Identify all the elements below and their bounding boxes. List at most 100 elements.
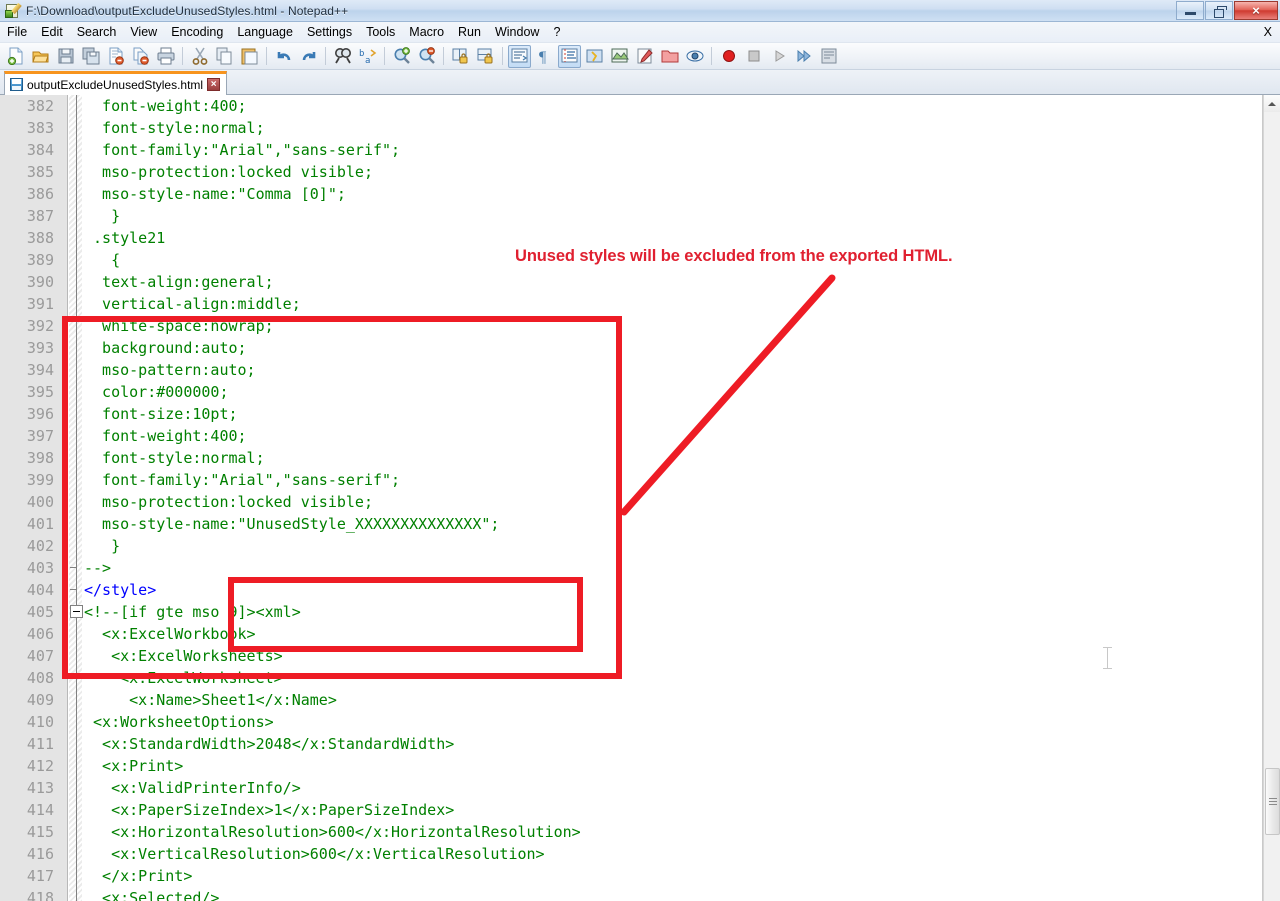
minimize-button[interactable] bbox=[1176, 1, 1204, 20]
menu-item-search[interactable]: Search bbox=[70, 23, 124, 42]
line-number: 400 bbox=[0, 491, 62, 513]
find-icon[interactable] bbox=[331, 45, 354, 68]
code-line[interactable]: <!--[if gte mso 9]><xml> bbox=[84, 601, 581, 623]
line-number: 401 bbox=[0, 513, 62, 535]
code-text[interactable]: font-weight:400; font-style:normal; font… bbox=[84, 95, 581, 901]
code-line[interactable]: <x:ValidPrinterInfo/> bbox=[84, 777, 581, 799]
cut-icon[interactable] bbox=[188, 45, 211, 68]
code-line[interactable]: font-family:"Arial","sans-serif"; bbox=[84, 139, 581, 161]
redo-icon[interactable] bbox=[297, 45, 320, 68]
code-folding-margin[interactable] bbox=[69, 95, 83, 901]
code-line[interactable]: <x:ExcelWorkbook> bbox=[84, 623, 581, 645]
sync-vertical-scroll-icon[interactable] bbox=[449, 45, 472, 68]
menu-item-window[interactable]: Window bbox=[488, 23, 546, 42]
code-line[interactable]: <x:WorksheetOptions> bbox=[84, 711, 581, 733]
code-line[interactable]: <x:StandardWidth>2048</x:StandardWidth> bbox=[84, 733, 581, 755]
code-line[interactable]: mso-protection:locked visible; bbox=[84, 161, 581, 183]
code-line[interactable]: mso-pattern:auto; bbox=[84, 359, 581, 381]
replace-icon[interactable]: b a bbox=[356, 45, 379, 68]
code-line[interactable]: color:#000000; bbox=[84, 381, 581, 403]
code-line[interactable]: vertical-align:middle; bbox=[84, 293, 581, 315]
line-number: 417 bbox=[0, 865, 62, 887]
code-line[interactable]: <x:PaperSizeIndex>1</x:PaperSizeIndex> bbox=[84, 799, 581, 821]
word-wrap-icon[interactable] bbox=[508, 45, 531, 68]
folder-as-workspace-icon[interactable] bbox=[658, 45, 681, 68]
vertical-scrollbar[interactable] bbox=[1263, 95, 1280, 901]
menu-item-file[interactable]: File bbox=[0, 23, 34, 42]
restore-button[interactable] bbox=[1205, 1, 1233, 20]
menu-item-edit[interactable]: Edit bbox=[34, 23, 70, 42]
save-all-icon[interactable] bbox=[79, 45, 102, 68]
record-macro-icon[interactable] bbox=[717, 45, 740, 68]
code-line[interactable]: white-space:nowrap; bbox=[84, 315, 581, 337]
menu-item-language[interactable]: Language bbox=[230, 23, 300, 42]
code-line[interactable]: </x:Print> bbox=[84, 865, 581, 887]
code-line[interactable]: font-size:10pt; bbox=[84, 403, 581, 425]
save-macro-icon[interactable] bbox=[817, 45, 840, 68]
code-line[interactable]: mso-style-name:"UnusedStyle_XXXXXXXXXXXX… bbox=[84, 513, 581, 535]
vertical-scroll-thumb[interactable] bbox=[1265, 768, 1280, 835]
zoom-in-icon[interactable] bbox=[390, 45, 413, 68]
copy-icon[interactable] bbox=[213, 45, 236, 68]
code-line[interactable]: </style> bbox=[84, 579, 581, 601]
sync-horizontal-scroll-icon[interactable] bbox=[474, 45, 497, 68]
fold-toggle-icon[interactable] bbox=[70, 605, 83, 618]
close-icon[interactable]: × bbox=[207, 78, 220, 91]
code-line[interactable]: <x:Selected/> bbox=[84, 887, 581, 901]
paste-icon[interactable] bbox=[238, 45, 261, 68]
code-line[interactable]: font-family:"Arial","sans-serif"; bbox=[84, 469, 581, 491]
code-line[interactable]: background:auto; bbox=[84, 337, 581, 359]
stop-macro-icon[interactable] bbox=[742, 45, 765, 68]
menu-item-settings[interactable]: Settings bbox=[300, 23, 359, 42]
menu-item-help[interactable]: ? bbox=[546, 23, 567, 42]
code-line[interactable]: } bbox=[84, 535, 581, 557]
document-switcher-icon[interactable] bbox=[683, 45, 706, 68]
open-file-icon[interactable] bbox=[29, 45, 52, 68]
code-line[interactable]: <x:ExcelWorksheet> bbox=[84, 667, 581, 689]
run-macro-multiple-icon[interactable] bbox=[792, 45, 815, 68]
menu-item-tools[interactable]: Tools bbox=[359, 23, 402, 42]
scroll-up-arrow-icon[interactable] bbox=[1264, 95, 1280, 112]
code-line[interactable]: --> bbox=[84, 557, 581, 579]
tab-outputexcludeunusedstyles[interactable]: outputExcludeUnusedStyles.html × bbox=[4, 71, 227, 95]
code-line[interactable]: mso-protection:locked visible; bbox=[84, 491, 581, 513]
show-all-characters-icon[interactable]: ¶ bbox=[533, 45, 556, 68]
code-line[interactable]: } bbox=[84, 205, 581, 227]
code-line[interactable]: <x:HorizontalResolution>600</x:Horizonta… bbox=[84, 821, 581, 843]
user-defined-language-icon[interactable] bbox=[583, 45, 606, 68]
undo-icon[interactable] bbox=[272, 45, 295, 68]
code-line[interactable]: text-align:general; bbox=[84, 271, 581, 293]
menu-item-encoding[interactable]: Encoding bbox=[164, 23, 230, 42]
code-line[interactable]: <x:VerticalResolution>600</x:VerticalRes… bbox=[84, 843, 581, 865]
menu-item-view[interactable]: View bbox=[123, 23, 164, 42]
new-file-icon[interactable] bbox=[4, 45, 27, 68]
annotation-arrow-line bbox=[618, 273, 838, 517]
show-doc-map-icon[interactable] bbox=[608, 45, 631, 68]
line-number: 383 bbox=[0, 117, 62, 139]
code-line[interactable]: font-weight:400; bbox=[84, 425, 581, 447]
print-icon[interactable] bbox=[154, 45, 177, 68]
function-list-icon[interactable] bbox=[633, 45, 656, 68]
play-macro-icon[interactable] bbox=[767, 45, 790, 68]
code-line[interactable]: <x:Print> bbox=[84, 755, 581, 777]
code-line[interactable]: { bbox=[84, 249, 581, 271]
close-button[interactable]: × bbox=[1234, 1, 1278, 20]
close-all-icon[interactable] bbox=[129, 45, 152, 68]
code-line[interactable]: <x:Name>Sheet1</x:Name> bbox=[84, 689, 581, 711]
code-line[interactable]: .style21 bbox=[84, 227, 581, 249]
code-line[interactable]: <x:ExcelWorksheets> bbox=[84, 645, 581, 667]
menu-item-run[interactable]: Run bbox=[451, 23, 488, 42]
close-file-icon[interactable] bbox=[104, 45, 127, 68]
fold-tick bbox=[70, 567, 77, 568]
code-line[interactable]: font-style:normal; bbox=[84, 117, 581, 139]
code-line[interactable]: font-style:normal; bbox=[84, 447, 581, 469]
close-document-button[interactable]: X bbox=[1264, 25, 1272, 39]
line-number: 403 bbox=[0, 557, 62, 579]
code-editor[interactable]: 3823833843853863873883893903913923933943… bbox=[0, 95, 1280, 901]
menu-item-macro[interactable]: Macro bbox=[402, 23, 451, 42]
code-line[interactable]: font-weight:400; bbox=[84, 95, 581, 117]
code-line[interactable]: mso-style-name:"Comma [0]"; bbox=[84, 183, 581, 205]
show-indent-guide-icon[interactable] bbox=[558, 45, 581, 68]
save-icon[interactable] bbox=[54, 45, 77, 68]
zoom-out-icon[interactable] bbox=[415, 45, 438, 68]
